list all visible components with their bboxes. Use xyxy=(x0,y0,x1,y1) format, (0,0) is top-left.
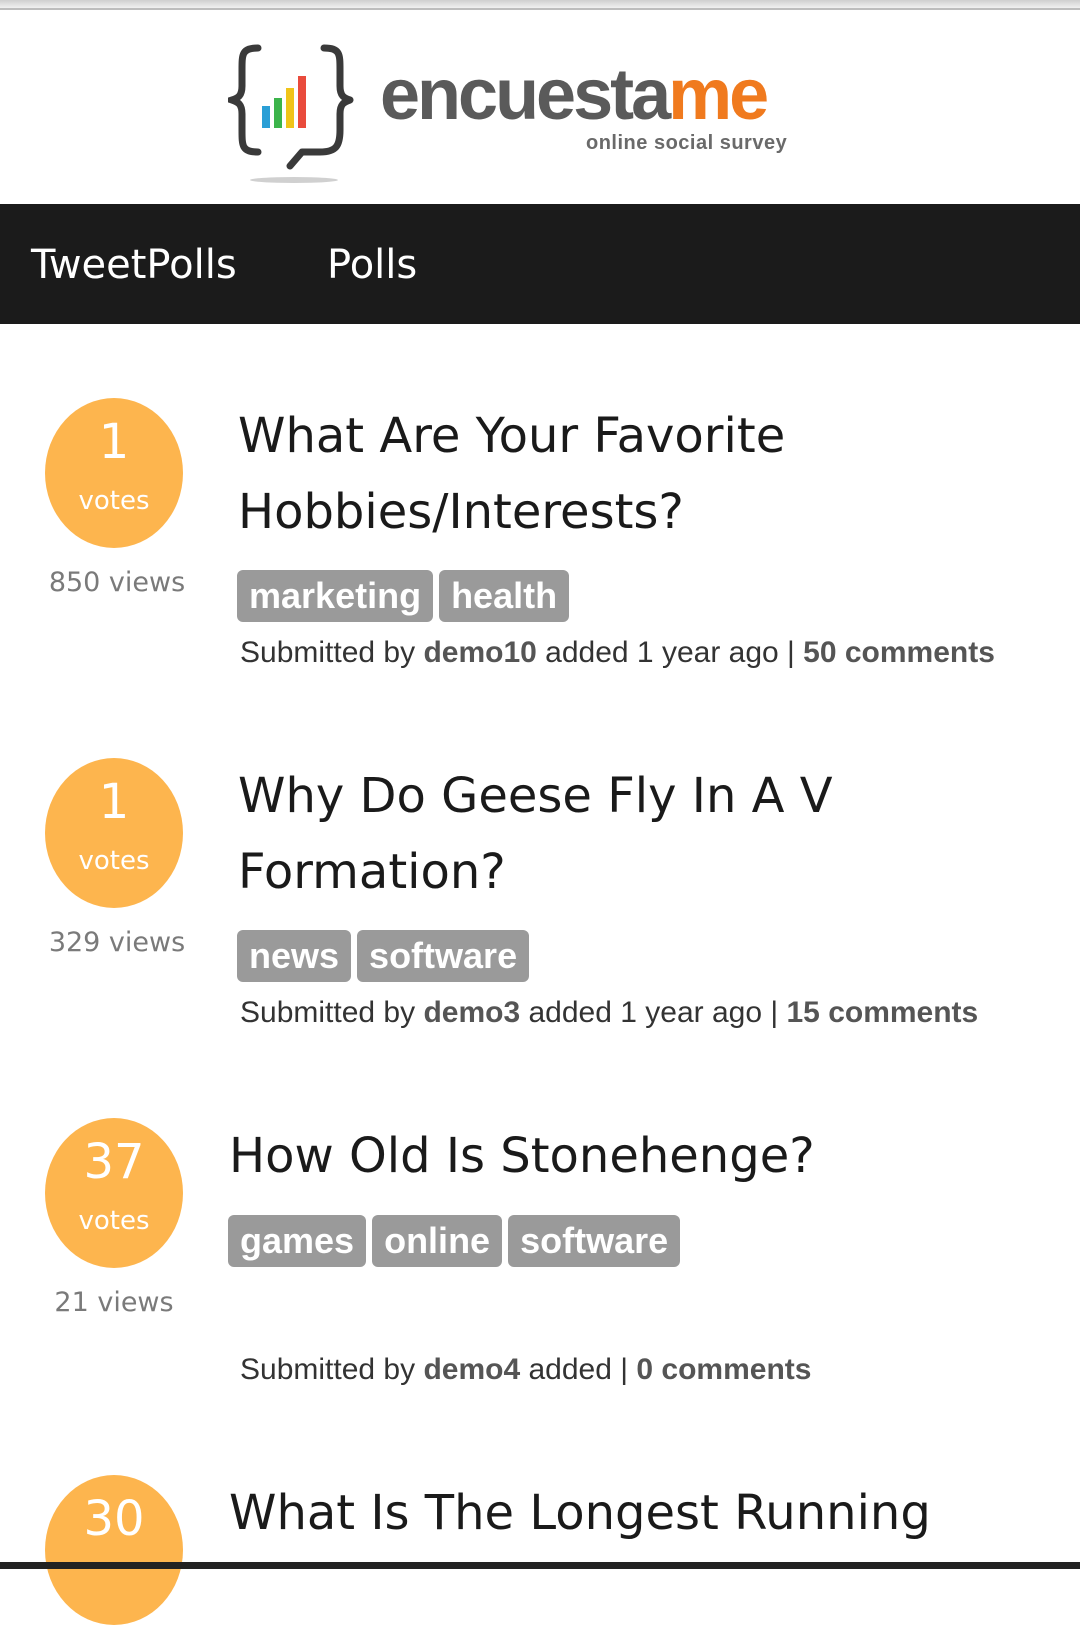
vote-count: 37 xyxy=(83,1134,145,1190)
tag-list: news software xyxy=(237,930,535,982)
tag-games[interactable]: games xyxy=(228,1215,367,1267)
poll-title-line: Why Do Geese Fly In A V xyxy=(238,768,833,824)
vote-label: votes xyxy=(78,486,150,516)
poll-title-link[interactable]: Why Do Geese Fly In A V Formation? xyxy=(238,758,833,910)
tag-online[interactable]: online xyxy=(372,1215,503,1267)
vote-count: 1 xyxy=(98,774,130,830)
vote-label: votes xyxy=(78,846,150,876)
vote-count: 1 xyxy=(98,414,130,470)
poll-title-link[interactable]: What Is The Longest Running xyxy=(229,1475,931,1551)
poll-meta: Submitted by demo4 added | 0 comments xyxy=(240,1353,811,1387)
comments-link[interactable]: 50 comments xyxy=(803,636,995,669)
added-time: added 1 year ago | xyxy=(545,636,795,669)
brand-name: encuestame xyxy=(380,54,769,136)
poll-title-link[interactable]: How Old Is Stonehenge? xyxy=(229,1118,815,1194)
nav-polls[interactable]: Polls xyxy=(327,242,417,288)
logo-mark-icon xyxy=(228,44,354,183)
added-time: added | xyxy=(528,1353,629,1386)
poll-title-line: Formation? xyxy=(238,844,506,900)
view-count: 329 views xyxy=(48,927,186,958)
vote-count-badge: 1 votes xyxy=(45,398,183,548)
brand-tagline: online social survey xyxy=(586,132,788,154)
vote-label: votes xyxy=(78,1206,150,1236)
comments-link[interactable]: 15 comments xyxy=(786,996,978,1029)
submitted-label: Submitted by xyxy=(240,996,416,1029)
browser-top-edge xyxy=(0,0,1080,10)
site-logo[interactable]: encuestame online social survey xyxy=(228,40,828,190)
tag-marketing[interactable]: marketing xyxy=(237,570,434,622)
tag-software[interactable]: software xyxy=(508,1215,681,1267)
submitted-label: Submitted by xyxy=(240,636,416,669)
view-count: 850 views xyxy=(48,567,186,598)
brand-name-accent: me xyxy=(668,55,769,135)
vote-count-badge: 1 votes xyxy=(45,758,183,908)
poll-title-line: What Are Your Favorite xyxy=(238,408,786,464)
poll-meta: Submitted by demo10 added 1 year ago | 5… xyxy=(240,636,995,670)
vote-count: 30 xyxy=(83,1491,145,1547)
screen-bottom-edge xyxy=(0,1562,1080,1569)
author-link[interactable]: demo10 xyxy=(423,636,536,669)
poll-title-line: Hobbies/Interests? xyxy=(238,484,684,540)
tag-health[interactable]: health xyxy=(439,570,570,622)
vote-count-badge: 37 votes xyxy=(45,1118,183,1268)
author-link[interactable]: demo3 xyxy=(423,996,520,1029)
brand-name-main: encuesta xyxy=(380,55,671,135)
poll-title-line: How Old Is Stonehenge? xyxy=(229,1128,815,1184)
tag-list: marketing health xyxy=(237,570,575,622)
poll-title-line: What Is The Longest Running xyxy=(229,1485,931,1541)
comments-link[interactable]: 0 comments xyxy=(636,1353,811,1386)
tag-list: games online software xyxy=(228,1215,686,1267)
tag-news[interactable]: news xyxy=(237,930,352,982)
nav-tweetpolls[interactable]: TweetPolls xyxy=(31,242,237,288)
poll-title-link[interactable]: What Are Your Favorite Hobbies/Interests… xyxy=(238,398,785,550)
tag-software[interactable]: software xyxy=(357,930,530,982)
view-count: 21 views xyxy=(54,1287,174,1318)
author-link[interactable]: demo4 xyxy=(423,1353,520,1386)
vote-count-badge: 30 xyxy=(45,1475,183,1625)
poll-meta: Submitted by demo3 added 1 year ago | 15… xyxy=(240,996,978,1030)
submitted-label: Submitted by xyxy=(240,1353,416,1386)
main-navbar: TweetPolls Polls xyxy=(0,204,1080,324)
added-time: added 1 year ago | xyxy=(528,996,779,1029)
